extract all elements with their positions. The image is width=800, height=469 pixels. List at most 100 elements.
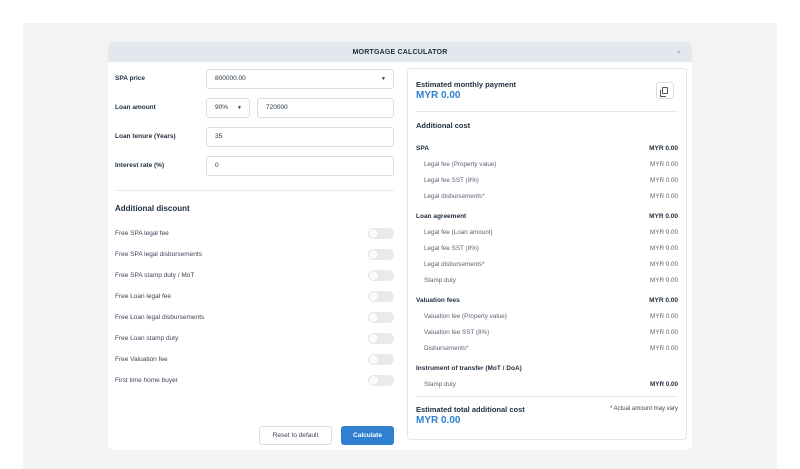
free-valuation-fee-toggle[interactable] [368,354,394,365]
discount-label: Free Loan legal disbursements [115,314,205,321]
spa-price-label: SPA price [115,75,145,82]
discount-row: Free Loan stamp duty [115,328,394,349]
discount-row: First time home buyer [115,370,394,391]
copy-button[interactable] [656,82,674,99]
cost-line-amount: MYR 0.00 [650,244,678,252]
discount-row: Free SPA legal disbursements [115,244,394,265]
input-panel: SPA price 800000.00 ▼ Loan amount 90% ▼ … [115,68,400,391]
mortgage-calculator-card: MORTGAGE CALCULATOR ⌄ SPA price 800000.0… [108,42,692,450]
cost-line-label: Disbursements* [424,344,469,352]
reset-to-default-button[interactable]: Reset to default [259,426,332,445]
cost-group-name: SPA [416,144,429,152]
cost-line-label: Legal fee (Loan amount) [424,228,493,236]
spa-price-value: 800000.00 [215,75,246,82]
calculator-header[interactable]: MORTGAGE CALCULATOR ⌄ [108,42,692,62]
monthly-payment-title: Estimated monthly payment [416,80,517,89]
cost-line-label: Legal disbursements* [424,260,485,268]
free-loan-legal-fee-toggle[interactable] [368,291,394,302]
interest-rate-label: Interest rate (%) [115,162,165,169]
cost-group-header: Valuation fees MYR 0.00 [416,292,678,308]
free-loan-stamp-duty-toggle[interactable] [368,333,394,344]
cost-line: Stamp duty MYR 0.00 [416,272,678,288]
cost-line: Legal fee (Loan amount) MYR 0.00 [416,224,678,240]
loan-percent-select[interactable]: 90% ▼ [206,97,250,118]
discount-label: Free SPA legal fee [115,230,169,237]
caret-down-icon: ▼ [237,104,242,111]
spa-price-row: SPA price 800000.00 ▼ [115,68,400,89]
cost-line-amount: MYR 0.00 [650,312,678,320]
discount-label: Free Valuation fee [115,356,168,363]
cost-line: Legal disbursements* MYR 0.00 [416,256,678,272]
cost-line: Disbursements* MYR 0.00 [416,340,678,356]
loan-amount-input[interactable]: 720000 [257,97,394,118]
form-actions: Reset to default Calculate [259,426,394,445]
free-spa-stamp-duty-toggle[interactable] [368,270,394,281]
cost-line-label: Legal fee SST (8%) [424,244,479,252]
cost-line: Stamp duty MYR 0.00 [416,376,678,392]
copy-icon [660,87,668,97]
free-spa-legal-disbursements-toggle[interactable] [368,249,394,260]
loan-amount-value: 720000 [266,104,288,111]
monthly-payment-amount: MYR 0.00 [416,90,461,101]
discount-row: Free Valuation fee [115,349,394,370]
cost-line-amount: MYR 0.00 [650,328,678,336]
loan-percent-value: 90% [215,104,229,111]
cost-line-label: Legal fee (Property value) [424,160,497,168]
results-panel: Estimated monthly payment MYR 0.00 Addit… [407,68,687,440]
cost-group-valuation-fees: Valuation fees MYR 0.00 Valuation fee (P… [416,292,678,356]
loan-tenure-row: Loan tenure (Years) 35 [115,126,400,147]
loan-tenure-value: 35 [215,133,223,140]
cost-line: Legal disbursements* MYR 0.00 [416,188,678,204]
total-additional-cost-amount: MYR 0.00 [416,415,461,426]
interest-rate-value: 0 [215,162,219,169]
cost-line-amount: MYR 0.00 [650,260,678,268]
cost-line-amount: MYR 0.00 [650,276,678,284]
cost-group-total: MYR 0.00 [649,212,678,220]
cost-line-amount: MYR 0.00 [650,192,678,200]
cost-group-header: SPA MYR 0.00 [416,140,678,156]
cost-group-instrument-of-transfer: Instrument of transfer (MoT / DoA) Stamp… [416,360,678,392]
cost-group-name: Valuation fees [416,296,460,304]
calculator-title: MORTGAGE CALCULATOR [352,48,448,56]
cost-line-amount: MYR 0.00 [650,160,678,168]
additional-discount-title: Additional discount [115,204,190,213]
discount-row: Free Loan legal fee [115,286,394,307]
total-additional-cost-block: Estimated total additional cost * Actual… [416,396,678,426]
discount-row: Free SPA stamp duty / MoT [115,265,394,286]
discount-label: First time home buyer [115,377,178,384]
loan-tenure-input[interactable]: 35 [206,126,394,147]
cost-group-total: MYR 0.00 [649,296,678,304]
cost-group-loan-agreement: Loan agreement MYR 0.00 Legal fee (Loan … [416,208,678,288]
discount-row: Free Loan legal disbursements [115,307,394,328]
cost-line: Legal fee SST (8%) MYR 0.00 [416,240,678,256]
cost-line: Valuation fee SST (8%) MYR 0.00 [416,324,678,340]
free-spa-legal-fee-toggle[interactable] [368,228,394,239]
spa-price-select[interactable]: 800000.00 ▼ [206,68,394,89]
cost-line-amount: MYR 0.00 [650,380,678,388]
monthly-payment-block: Estimated monthly payment MYR 0.00 [416,69,678,112]
cost-line-amount: MYR 0.00 [650,228,678,236]
calculate-button[interactable]: Calculate [341,426,394,445]
cost-line-label: Stamp duty [424,380,456,388]
cost-line-label: Valuation fee SST (8%) [424,328,490,336]
discount-label: Free SPA legal disbursements [115,251,202,258]
discount-label: Free SPA stamp duty / MoT [115,272,195,279]
cost-group-spa: SPA MYR 0.00 Legal fee (Property value) … [416,140,678,204]
cost-line-label: Stamp duty [424,276,456,284]
first-time-home-buyer-toggle[interactable] [368,375,394,386]
cost-line-amount: MYR 0.00 [650,344,678,352]
chevron-down-icon[interactable]: ⌄ [676,47,682,55]
cost-line-label: Valuation fee (Property value) [424,312,507,320]
discount-label: Free Loan stamp duty [115,335,179,342]
interest-rate-input[interactable]: 0 [206,155,394,176]
cost-group-header: Instrument of transfer (MoT / DoA) [416,360,678,376]
cost-line-label: Legal disbursements* [424,192,485,200]
cost-group-total: MYR 0.00 [649,144,678,152]
cost-group-name: Instrument of transfer (MoT / DoA) [416,364,522,372]
divider [115,190,394,191]
free-loan-legal-disbursements-toggle[interactable] [368,312,394,323]
total-note: * Actual amount may vary [609,406,678,412]
interest-rate-row: Interest rate (%) 0 [115,155,400,176]
cost-line: Valuation fee (Property value) MYR 0.00 [416,308,678,324]
loan-amount-label: Loan amount [115,104,156,111]
